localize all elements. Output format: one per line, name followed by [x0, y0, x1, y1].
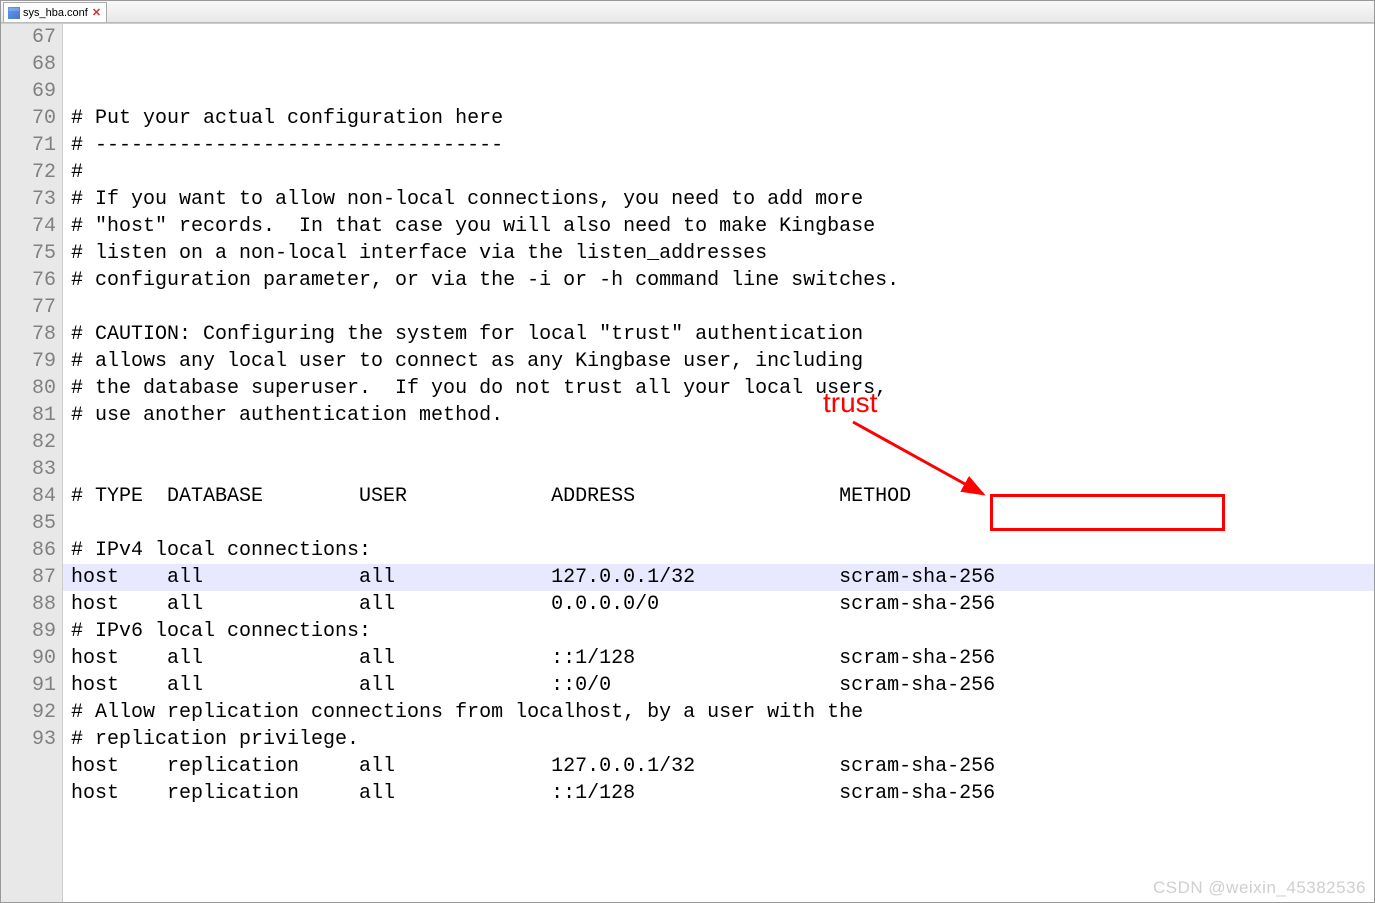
line-number: 83 — [1, 456, 56, 483]
code-line[interactable]: # — [63, 159, 1374, 186]
line-number: 70 — [1, 105, 56, 132]
line-number: 85 — [1, 510, 56, 537]
code-line[interactable] — [63, 456, 1374, 483]
close-icon[interactable]: ✕ — [91, 6, 102, 19]
code-line[interactable]: # the database superuser. If you do not … — [63, 375, 1374, 402]
line-number: 82 — [1, 429, 56, 456]
line-number: 80 — [1, 375, 56, 402]
code-line[interactable]: # allows any local user to connect as an… — [63, 348, 1374, 375]
code-area[interactable]: # Put your actual configuration here# --… — [63, 24, 1374, 902]
line-number: 74 — [1, 213, 56, 240]
code-line[interactable]: # replication privilege. — [63, 726, 1374, 753]
line-number: 81 — [1, 402, 56, 429]
line-number: 87 — [1, 564, 56, 591]
line-number: 86 — [1, 537, 56, 564]
code-line[interactable] — [63, 807, 1374, 834]
code-line[interactable]: host replication all ::1/128 scram-sha-2… — [63, 780, 1374, 807]
line-number: 79 — [1, 348, 56, 375]
line-number: 88 — [1, 591, 56, 618]
code-line[interactable]: # CAUTION: Configuring the system for lo… — [63, 321, 1374, 348]
line-number: 78 — [1, 321, 56, 348]
code-line[interactable]: host all all 127.0.0.1/32 scram-sha-256 — [63, 564, 1374, 591]
code-line[interactable]: host all all 0.0.0.0/0 scram-sha-256 — [63, 591, 1374, 618]
line-number: 91 — [1, 672, 56, 699]
code-line[interactable]: # Allow replication connections from loc… — [63, 699, 1374, 726]
line-number: 72 — [1, 159, 56, 186]
line-number: 76 — [1, 267, 56, 294]
line-number: 93 — [1, 726, 56, 753]
code-line[interactable]: host all all ::1/128 scram-sha-256 — [63, 645, 1374, 672]
code-line[interactable] — [63, 429, 1374, 456]
line-number: 71 — [1, 132, 56, 159]
code-line[interactable]: # Put your actual configuration here — [63, 105, 1374, 132]
annotation-box — [990, 494, 1225, 531]
line-number: 75 — [1, 240, 56, 267]
annotation-arrow — [853, 422, 993, 502]
code-line[interactable]: # "host" records. In that case you will … — [63, 213, 1374, 240]
code-line[interactable]: # configuration parameter, or via the -i… — [63, 267, 1374, 294]
code-line[interactable]: host all all ::0/0 scram-sha-256 — [63, 672, 1374, 699]
tab-bar: sys_hba.conf ✕ — [1, 1, 1374, 23]
line-number: 73 — [1, 186, 56, 213]
file-tab[interactable]: sys_hba.conf ✕ — [3, 2, 107, 22]
line-number: 92 — [1, 699, 56, 726]
annotation-text: trust — [823, 389, 877, 416]
code-line[interactable]: # If you want to allow non-local connect… — [63, 186, 1374, 213]
code-line[interactable] — [63, 294, 1374, 321]
line-number-gutter: 6768697071727374757677787980818283848586… — [1, 24, 63, 902]
watermark: CSDN @weixin_45382536 — [1153, 878, 1366, 898]
code-line[interactable]: # ---------------------------------- — [63, 132, 1374, 159]
file-icon — [8, 7, 20, 19]
line-number: 90 — [1, 645, 56, 672]
code-line[interactable]: # IPv6 local connections: — [63, 618, 1374, 645]
line-number: 69 — [1, 78, 56, 105]
line-number: 84 — [1, 483, 56, 510]
line-number: 89 — [1, 618, 56, 645]
file-tab-label: sys_hba.conf — [23, 7, 88, 19]
line-number: 77 — [1, 294, 56, 321]
editor: 6768697071727374757677787980818283848586… — [1, 23, 1374, 902]
code-line[interactable]: host replication all 127.0.0.1/32 scram-… — [63, 753, 1374, 780]
line-number: 68 — [1, 51, 56, 78]
code-line[interactable]: # IPv4 local connections: — [63, 537, 1374, 564]
code-line[interactable]: # use another authentication method. — [63, 402, 1374, 429]
code-line[interactable]: # listen on a non-local interface via th… — [63, 240, 1374, 267]
line-number: 67 — [1, 24, 56, 51]
